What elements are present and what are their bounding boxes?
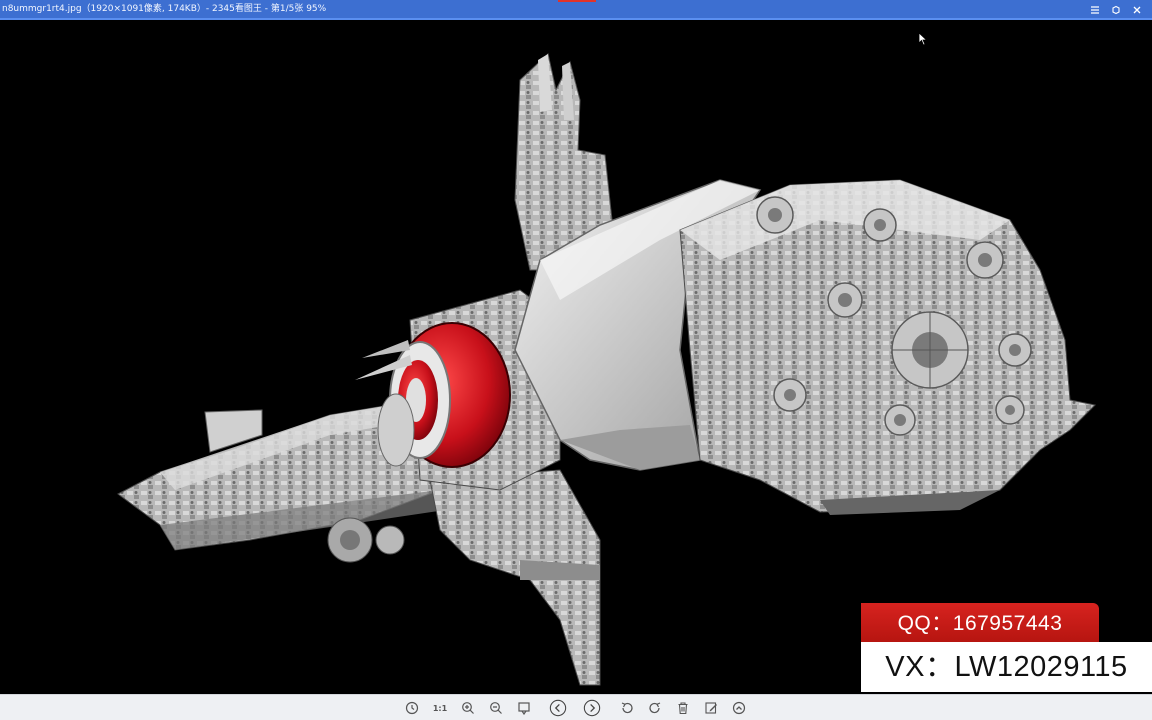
skin-icon[interactable] xyxy=(1108,2,1124,17)
image-viewer[interactable]: QQ：167957443 VX：LW12029115 xyxy=(0,20,1152,694)
menu-icon[interactable] xyxy=(1087,2,1103,17)
watermark-vx: VX：LW12029115 xyxy=(861,642,1152,692)
close-icon[interactable] xyxy=(1129,2,1145,17)
title-accent xyxy=(558,0,596,2)
edit-icon[interactable] xyxy=(702,699,720,717)
bottom-toolbar: 1:1 xyxy=(0,694,1152,720)
bookmark-icon[interactable] xyxy=(515,699,533,717)
mouse-cursor-icon xyxy=(918,32,928,46)
window-title: n8ummgr1rt4.jpg（1920×1091像素, 174KB）- 234… xyxy=(2,4,327,14)
watermark-qq: QQ：167957443 xyxy=(861,603,1099,645)
rotate-right-icon[interactable] xyxy=(646,699,664,717)
clock-icon[interactable] xyxy=(403,699,421,717)
up-icon[interactable] xyxy=(730,699,748,717)
spaceship-image xyxy=(117,53,1097,686)
prev-icon[interactable] xyxy=(549,699,567,717)
delete-icon[interactable] xyxy=(674,699,692,717)
rotate-left-icon[interactable] xyxy=(618,699,636,717)
zoom-out-icon[interactable] xyxy=(487,699,505,717)
next-icon[interactable] xyxy=(583,699,601,717)
zoom-in-icon[interactable] xyxy=(459,699,477,717)
actual-size-icon: 1:1 xyxy=(432,703,448,713)
actual-size-button[interactable]: 1:1 xyxy=(431,699,449,717)
title-bar: n8ummgr1rt4.jpg（1920×1091像素, 174KB）- 234… xyxy=(0,0,1152,20)
